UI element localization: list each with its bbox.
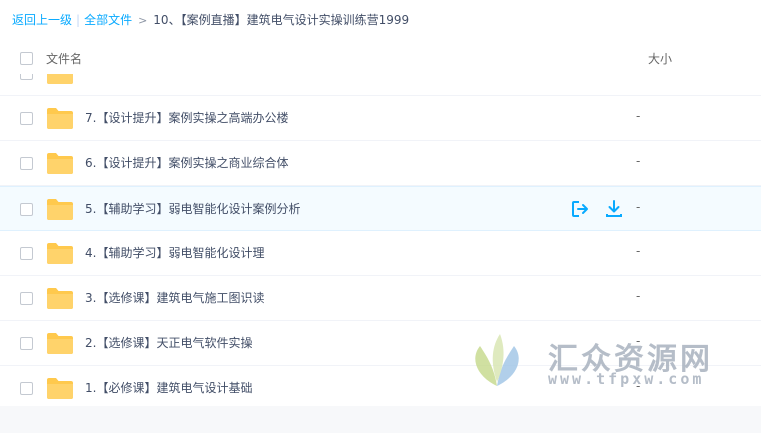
row-checkbox[interactable] — [20, 337, 33, 350]
column-header-size[interactable]: 大小 — [648, 50, 672, 67]
folder-icon — [47, 108, 73, 129]
file-row[interactable]: 4.【辅助学习】弱电智能化设计理 - — [0, 231, 761, 276]
row-checkbox[interactable] — [20, 292, 33, 305]
footer-band — [0, 406, 761, 433]
file-row[interactable]: 6.【设计提升】案例实操之商业综合体 - — [0, 141, 761, 186]
file-row[interactable] — [0, 74, 761, 96]
breadcrumb-arrow: > — [138, 14, 148, 27]
watermark: 汇众资源网 www.tfpxw.com — [466, 332, 736, 392]
back-link[interactable]: 返回上一级 — [12, 13, 72, 27]
row-checkbox[interactable] — [20, 74, 33, 80]
download-icon[interactable] — [604, 199, 624, 219]
column-header-name[interactable]: 文件名 — [46, 50, 82, 67]
share-out-icon[interactable] — [570, 199, 590, 219]
watermark-url: www.tfpxw.com — [548, 370, 705, 388]
folder-icon — [47, 74, 73, 84]
row-checkbox[interactable] — [20, 112, 33, 125]
row-checkbox[interactable] — [20, 382, 33, 395]
file-row[interactable]: 7.【设计提升】案例实操之高端办公楼 - — [0, 96, 761, 141]
folder-icon — [47, 153, 73, 174]
row-checkbox[interactable] — [20, 203, 33, 216]
current-folder-name: 10、【案例直播】建筑电气设计实操训练营1999 — [153, 13, 410, 27]
file-name[interactable]: 1.【必修课】建筑电气设计基础 — [85, 379, 252, 397]
watermark-logo — [475, 334, 519, 386]
file-row[interactable]: 5.【辅助学习】弱电智能化设计案例分析 - — [0, 186, 761, 231]
file-name[interactable]: 5.【辅助学习】弱电智能化设计案例分析 — [85, 200, 300, 218]
folder-icon — [47, 378, 73, 399]
breadcrumb: 返回上一级 | 全部文件 >10、【案例直播】建筑电气设计实操训练营1999 — [12, 11, 409, 29]
folder-icon — [47, 199, 73, 220]
list-header: 文件名 大小 — [0, 44, 761, 74]
folder-icon — [47, 333, 73, 354]
file-name[interactable]: 6.【设计提升】案例实操之商业综合体 — [85, 154, 288, 172]
file-name[interactable]: 3.【选修课】建筑电气施工图识读 — [85, 289, 264, 307]
file-size: - — [636, 154, 641, 168]
breadcrumb-separator: | — [76, 13, 81, 27]
file-name[interactable]: 2.【选修课】天正电气软件实操 — [85, 334, 252, 352]
file-size: - — [636, 200, 641, 214]
file-name[interactable]: 4.【辅助学习】弱电智能化设计理 — [85, 244, 264, 262]
file-size: - — [636, 109, 641, 123]
file-name[interactable]: 7.【设计提升】案例实操之高端办公楼 — [85, 109, 288, 127]
file-row[interactable]: 3.【选修课】建筑电气施工图识读 - — [0, 276, 761, 321]
file-size: - — [636, 244, 641, 258]
folder-icon — [47, 288, 73, 309]
folder-icon — [47, 243, 73, 264]
select-all-checkbox[interactable] — [20, 52, 33, 65]
all-files-link[interactable]: 全部文件 — [84, 13, 132, 27]
row-checkbox[interactable] — [20, 157, 33, 170]
file-size: - — [636, 289, 641, 303]
row-checkbox[interactable] — [20, 247, 33, 260]
